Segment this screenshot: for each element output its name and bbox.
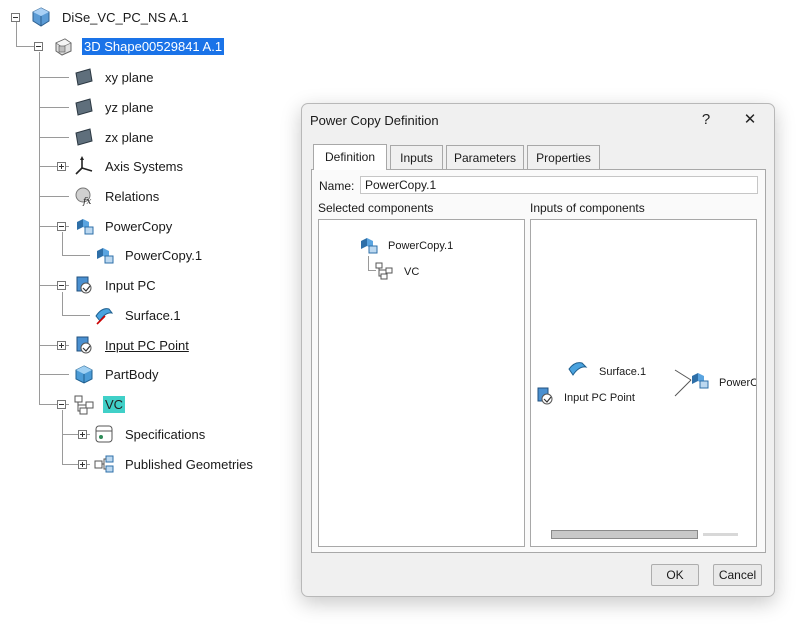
inputs-point-label: Input PC Point	[564, 392, 635, 404]
selected-components-label: Selected components	[318, 201, 434, 215]
tree-node-part[interactable]: 3D Shape00529841 A.1	[52, 35, 225, 57]
tree-node-yz-plane[interactable]: yz plane	[73, 96, 155, 118]
cancel-button[interactable]: Cancel	[713, 564, 762, 586]
specifications-icon	[95, 425, 113, 443]
vc-structure-icon	[375, 262, 393, 280]
selected-powercopy-label: PowerCopy.1	[388, 240, 454, 252]
tab-inputs[interactable]: Inputs	[390, 145, 443, 169]
name-input[interactable]: PowerCopy.1	[360, 176, 758, 194]
inputs-surface-label: Surface.1	[599, 366, 647, 378]
tree-node-powercopy-1-label: PowerCopy.1	[125, 247, 203, 263]
body-icon	[75, 365, 93, 384]
tab-parameters[interactable]: Parameters	[446, 145, 524, 169]
selected-components-panel[interactable]: PowerCopy.1 VC	[318, 219, 525, 547]
tree-node-vc-label: VC	[103, 395, 126, 413]
tree-node-axis-systems-label: Axis Systems	[105, 158, 184, 174]
tree-node-zx-plane[interactable]: zx plane	[73, 126, 155, 148]
selected-vc-label: VC	[404, 266, 420, 278]
close-button[interactable]: ✕	[736, 108, 764, 132]
vc-structure-icon	[74, 395, 94, 415]
powercopy-icon	[692, 373, 709, 389]
collapse-part-icon[interactable]	[34, 42, 43, 51]
tree-node-surface-1-label: Surface.1	[125, 307, 181, 323]
input-set-icon	[76, 336, 92, 354]
axis-system-icon	[75, 156, 93, 175]
collapse-powercopy-icon[interactable]	[57, 222, 66, 231]
tree-node-surface-1[interactable]: Surface.1	[93, 304, 183, 326]
expand-input-pc-point-icon[interactable]	[57, 341, 66, 350]
powercopy-icon	[77, 219, 94, 235]
horizontal-scrollbar-track[interactable]	[703, 533, 738, 536]
collapse-vc-icon[interactable]	[57, 400, 66, 409]
powercopy-icon	[361, 238, 378, 254]
tree-node-published-geometries[interactable]: Published Geometries	[93, 453, 255, 475]
tree-node-partbody[interactable]: PartBody	[73, 363, 160, 385]
relations-icon: fx	[75, 187, 91, 207]
tree-node-xy-plane-label: xy plane	[105, 69, 154, 85]
collapse-root-icon[interactable]	[11, 13, 20, 22]
tree-node-axis-systems[interactable]: Axis Systems	[73, 155, 185, 177]
tree-node-input-pc[interactable]: Input PC	[73, 274, 158, 296]
input-set-icon	[537, 387, 553, 405]
tree-node-input-pc-point[interactable]: Input PC Point	[73, 334, 191, 356]
tree-node-input-pc-point-label: Input PC Point	[105, 337, 189, 353]
tab-definition[interactable]: Definition	[313, 144, 387, 170]
name-label: Name:	[319, 179, 355, 193]
tree-node-xy-plane[interactable]: xy plane	[73, 66, 155, 88]
horizontal-scrollbar-thumb[interactable]	[551, 530, 698, 539]
tree-node-part-label: 3D Shape00529841 A.1	[82, 37, 225, 55]
plane-icon	[75, 68, 93, 86]
help-button[interactable]: ?	[692, 108, 720, 132]
tree-node-powercopy-label: PowerCopy	[105, 218, 173, 234]
svg-text:fx: fx	[82, 197, 91, 207]
tree-node-yz-plane-label: yz plane	[105, 99, 154, 115]
tree-node-relations[interactable]: fx Relations	[73, 185, 161, 207]
plane-icon	[75, 98, 93, 116]
power-copy-definition-dialog: Power Copy Definition ? ✕ Definition Inp…	[301, 103, 775, 597]
tab-properties[interactable]: Properties	[527, 145, 600, 169]
powercopy-icon	[97, 248, 114, 264]
tree-node-root[interactable]: DiSe_VC_PC_NS A.1	[30, 6, 190, 28]
tree-node-vc[interactable]: VC	[73, 393, 126, 415]
inputs-powercopy-label: PowerC	[719, 377, 757, 389]
tree-node-specifications-label: Specifications	[125, 426, 206, 442]
product-icon	[32, 7, 50, 27]
tree-node-relations-label: Relations	[105, 188, 160, 204]
tree-node-input-pc-label: Input PC	[105, 277, 156, 293]
surface-icon	[95, 308, 114, 325]
tree-node-specifications[interactable]: Specifications	[93, 423, 207, 445]
tree-node-published-geometries-label: Published Geometries	[125, 456, 253, 472]
expand-axis-systems-icon[interactable]	[57, 162, 66, 171]
expand-published-geometries-icon[interactable]	[78, 460, 87, 469]
tree-node-powercopy[interactable]: PowerCopy	[73, 215, 174, 237]
ok-button[interactable]: OK	[651, 564, 699, 586]
input-set-icon	[76, 276, 92, 294]
published-geometries-icon	[94, 455, 114, 473]
surface-icon	[568, 362, 588, 376]
inputs-of-components-label: Inputs of components	[530, 201, 645, 215]
dialog-title: Power Copy Definition	[310, 113, 439, 128]
inputs-of-components-panel[interactable]: Surface.1 Input PC Point PowerC	[530, 219, 757, 547]
definition-tab-page: Name: PowerCopy.1 Selected components In…	[311, 169, 766, 553]
collapse-input-pc-icon[interactable]	[57, 281, 66, 290]
tree-node-partbody-label: PartBody	[105, 366, 159, 382]
plane-icon	[75, 128, 93, 146]
expand-specifications-icon[interactable]	[78, 430, 87, 439]
tree-node-zx-plane-label: zx plane	[105, 129, 154, 145]
tree-node-powercopy-1[interactable]: PowerCopy.1	[93, 244, 204, 266]
tree-node-root-label: DiSe_VC_PC_NS A.1	[62, 9, 189, 25]
part-icon	[55, 38, 72, 56]
